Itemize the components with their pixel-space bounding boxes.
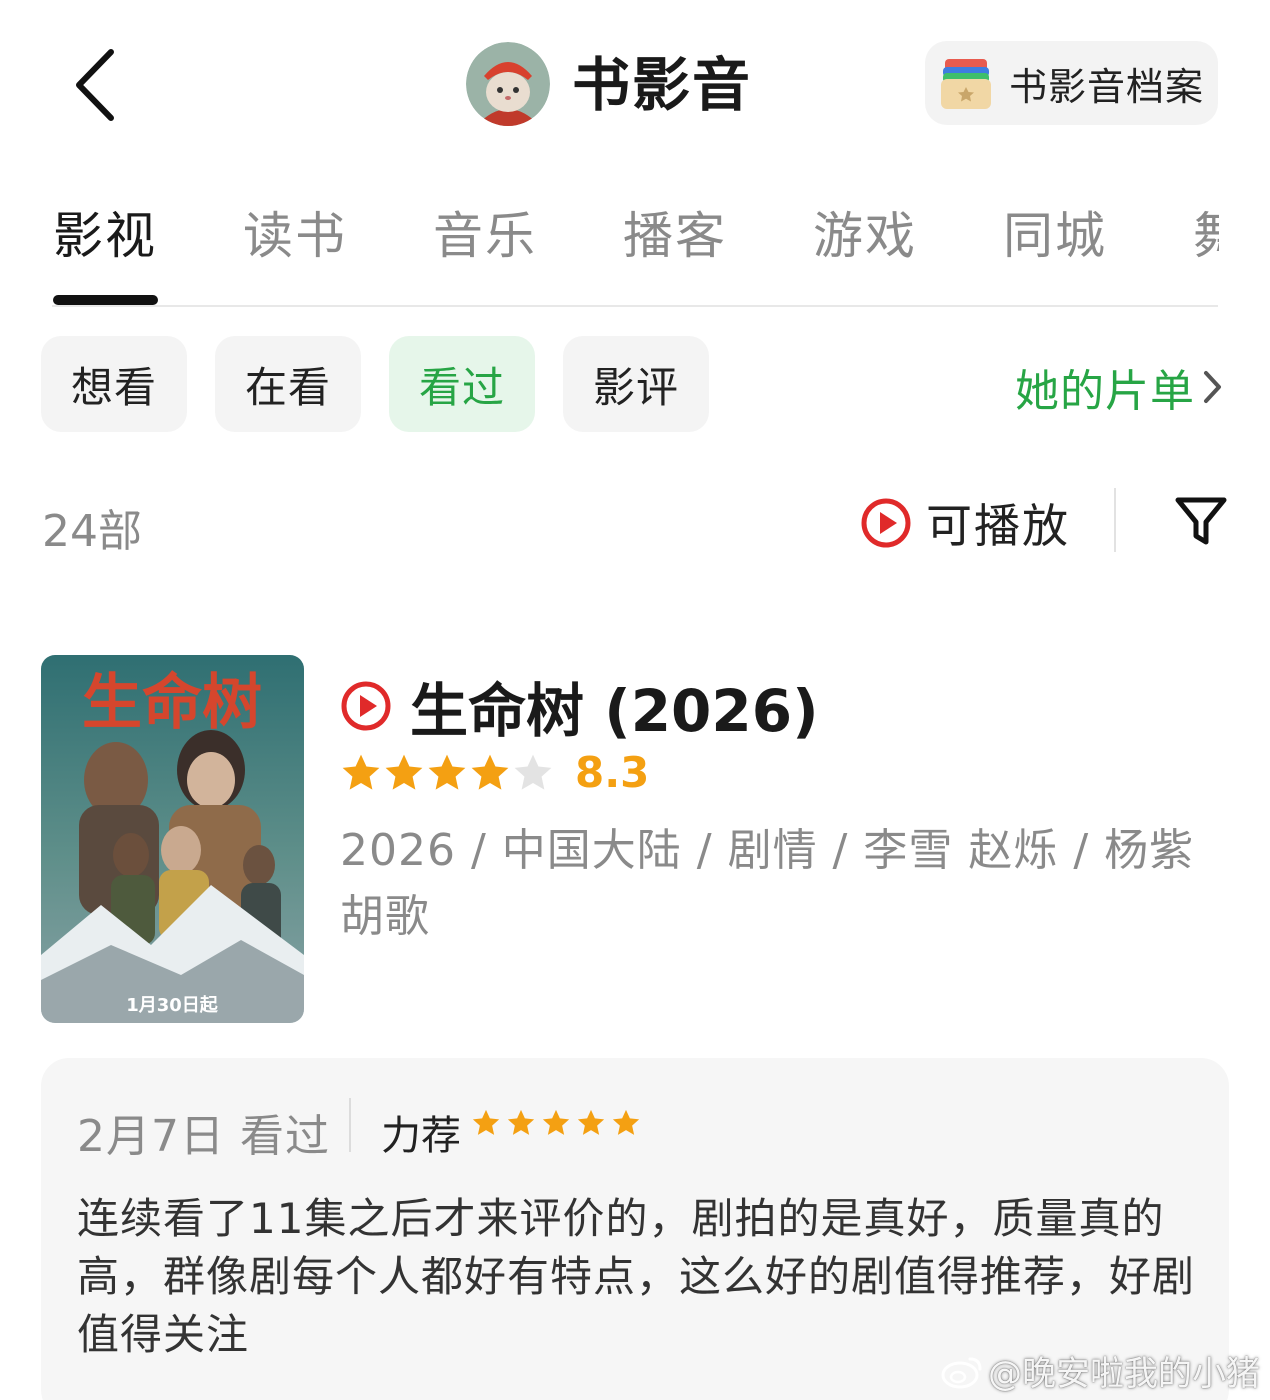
- item-count: 24部: [42, 506, 142, 557]
- play-circle-icon: [341, 681, 391, 731]
- avatar[interactable]: [466, 42, 550, 126]
- archive-box-icon: [941, 59, 991, 109]
- archive-button[interactable]: 书影音档案: [925, 41, 1218, 125]
- chip-want-to-watch[interactable]: 想看: [41, 336, 187, 432]
- chip-watched[interactable]: 看过: [389, 336, 535, 432]
- review-date: 2月7日 看过: [77, 1111, 330, 1162]
- playable-filter[interactable]: 可播放: [860, 490, 1070, 556]
- tab-stage[interactable]: 舞: [1193, 205, 1219, 267]
- tabs-divider: [52, 305, 1218, 307]
- tab-podcasts[interactable]: 播客: [623, 205, 727, 267]
- tab-local[interactable]: 同城: [1003, 205, 1107, 267]
- tab-movies[interactable]: 影视: [53, 205, 157, 267]
- category-tabs: 影视 读书 音乐 播客 游戏 同城 舞: [0, 195, 1270, 307]
- chip-reviews[interactable]: 影评: [563, 336, 709, 432]
- star-filled-icon: [612, 1109, 640, 1135]
- review-divider: [349, 1098, 351, 1152]
- movie-meta: 2026 / 中国大陆 / 剧情 / 李雪 赵烁 / 杨紫 胡歌: [340, 825, 1195, 942]
- playlist-link[interactable]: 她的片单: [1015, 355, 1225, 419]
- star-filled-icon: [472, 1109, 500, 1135]
- watermark-text: @晚安啦我的小猪: [988, 1354, 1260, 1394]
- review-text: 连续看了11集之后才来评价的，剧拍的是真好，质量真的高，群像剧每个人都好有特点，…: [77, 1194, 1196, 1359]
- star-filled-icon: [471, 754, 509, 790]
- page-title: 书影音: [572, 51, 753, 119]
- review-stars: [471, 1108, 646, 1138]
- filter-button[interactable]: [1172, 492, 1230, 550]
- rating-stars: [340, 752, 555, 794]
- toolbar-divider: [1114, 488, 1116, 552]
- star-filled-icon: [342, 754, 380, 790]
- star-empty-icon: [514, 754, 552, 790]
- weibo-logo-icon: [941, 1357, 982, 1388]
- tab-games[interactable]: 游戏: [813, 205, 917, 267]
- star-filled-icon: [428, 754, 466, 790]
- chip-watching[interactable]: 在看: [215, 336, 361, 432]
- chevron-right-icon: [1204, 371, 1221, 403]
- movie-title: 生命树 (2026): [410, 677, 819, 745]
- chevron-left-icon: [76, 49, 114, 121]
- archive-label: 书影音档案: [1009, 64, 1205, 109]
- active-tab-indicator: [53, 295, 158, 305]
- play-circle-icon: [861, 498, 911, 548]
- star-filled-icon: [577, 1109, 605, 1135]
- playable-label: 可播放: [926, 499, 1070, 553]
- tab-books[interactable]: 读书: [243, 205, 347, 267]
- movie-title-row[interactable]: 生命树 (2026): [340, 664, 819, 748]
- movie-poster[interactable]: 生命树 1月30日起: [41, 655, 304, 1023]
- tab-music[interactable]: 音乐: [433, 205, 537, 267]
- rating-score: 8.3: [575, 748, 650, 797]
- top-bar: 书影音 书影音档案: [0, 0, 1270, 170]
- star-filled-icon: [542, 1109, 570, 1135]
- playlist-label: 她的片单: [1015, 366, 1195, 417]
- poster-release-note: 1月30日起: [126, 994, 219, 1016]
- watermark: @晚安啦我的小猪: [940, 1346, 1260, 1395]
- star-filled-icon: [385, 754, 423, 790]
- back-button[interactable]: [60, 40, 130, 130]
- review-verdict: 力荐: [381, 1113, 461, 1159]
- poster-title-art: 生命树: [82, 668, 262, 738]
- movie-rating: 8.3: [340, 748, 649, 797]
- funnel-icon: [1175, 497, 1227, 545]
- star-filled-icon: [507, 1109, 535, 1135]
